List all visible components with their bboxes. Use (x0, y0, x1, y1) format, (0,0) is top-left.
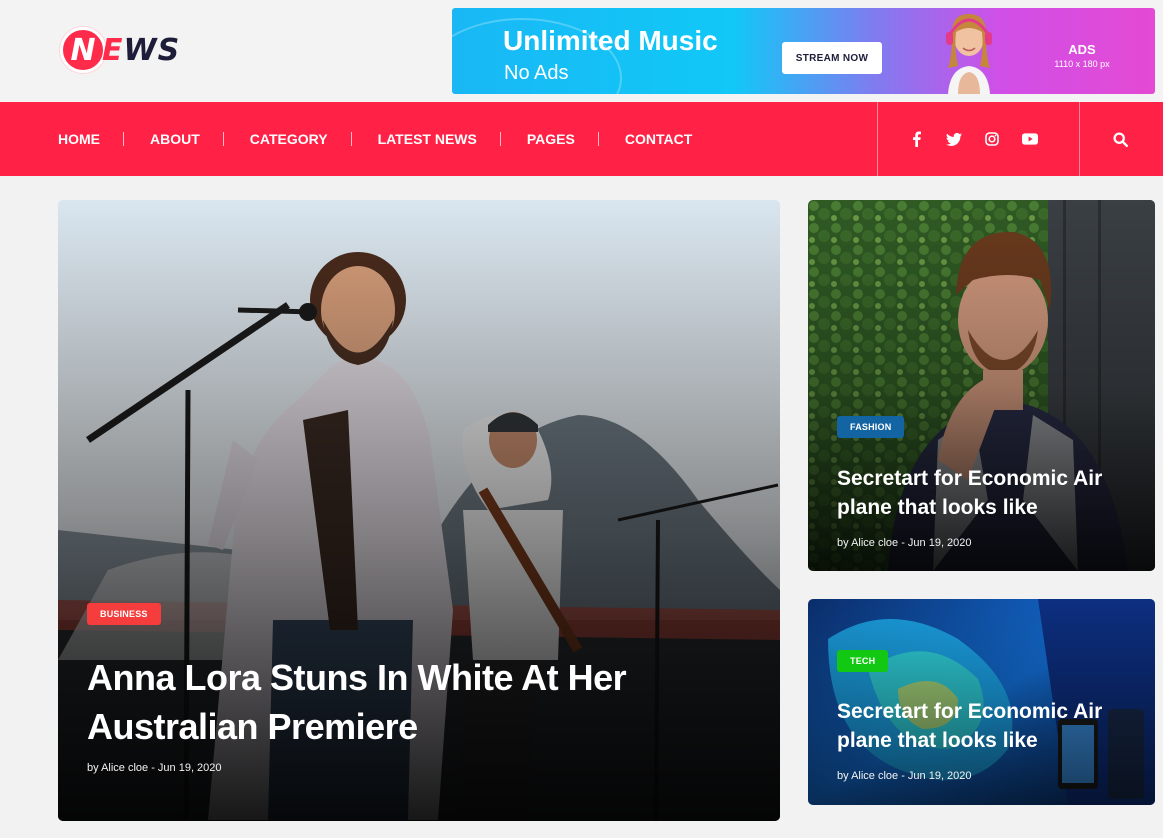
side-post-card[interactable]: FASHION Secretart for Economic Air plane… (808, 200, 1155, 571)
youtube-icon[interactable] (1022, 131, 1038, 147)
featured-post-meta: by Alice cloe - Jun 19, 2020 (87, 762, 222, 774)
category-tag-business[interactable]: BUSINESS (87, 603, 161, 625)
search-icon (1112, 131, 1128, 147)
ad-label: ADS 1110 x 180 px (1054, 42, 1110, 69)
nav-menu: HOME ABOUT CATEGORY LATEST NEWS PAGES CO… (58, 102, 692, 176)
ad-title: Unlimited Music (503, 25, 718, 56)
side-post-title[interactable]: Secretart for Economic Air plane that lo… (837, 464, 1137, 522)
twitter-icon[interactable] (946, 131, 962, 147)
ad-subtitle: No Ads (504, 62, 569, 84)
nav-item-about[interactable]: ABOUT (150, 131, 200, 147)
category-tag-tech[interactable]: TECH (837, 650, 889, 672)
nav-item-home[interactable]: HOME (58, 131, 100, 147)
logo-badge: N (60, 27, 106, 73)
featured-post-title[interactable]: Anna Lora Stuns In White At Her Australi… (87, 653, 707, 751)
main-navigation: HOME ABOUT CATEGORY LATEST NEWS PAGES CO… (0, 102, 1163, 176)
social-links (908, 102, 1038, 176)
ad-model-image (946, 14, 992, 94)
nav-item-category[interactable]: CATEGORY (250, 131, 328, 147)
search-button[interactable] (1100, 102, 1140, 176)
side-post-meta: by Alice cloe - Jun 19, 2020 (837, 770, 972, 782)
side-post-meta: by Alice cloe - Jun 19, 2020 (837, 537, 972, 549)
header-top: N EWS Unlimited Music No Ads STREAM NOW … (0, 0, 1163, 102)
instagram-icon[interactable] (984, 131, 1000, 147)
nav-item-contact[interactable]: CONTACT (625, 131, 692, 147)
nav-item-pages[interactable]: PAGES (527, 131, 575, 147)
nav-item-latest-news[interactable]: LATEST NEWS (378, 131, 477, 147)
facebook-icon[interactable] (908, 131, 924, 147)
featured-post-card[interactable]: BUSINESS Anna Lora Stuns In White At Her… (58, 200, 780, 821)
site-logo[interactable]: N EWS (60, 25, 180, 75)
category-tag-fashion[interactable]: FASHION (837, 416, 905, 438)
side-post-card[interactable]: TECH Secretart for Economic Air plane th… (808, 599, 1155, 805)
side-post-title[interactable]: Secretart for Economic Air plane that lo… (837, 697, 1137, 755)
stream-now-button[interactable]: STREAM NOW (782, 42, 882, 74)
ad-banner[interactable]: Unlimited Music No Ads STREAM NOW ADS 11… (452, 8, 1155, 94)
logo-text: EWS (102, 32, 181, 68)
